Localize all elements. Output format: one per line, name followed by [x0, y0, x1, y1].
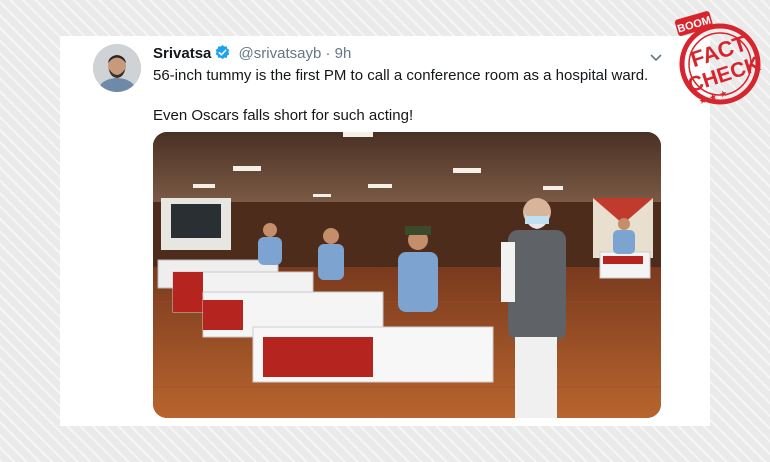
tweet-text-line: Even Oscars falls short for such acting!: [153, 107, 414, 124]
tweet-text-line: 56-inch tummy is the first PM to call a …: [153, 67, 649, 84]
fact-check-logo: BOOM FACT CHECK ★ ★ ★: [674, 11, 763, 107]
display-name[interactable]: Srivatsa: [153, 45, 211, 62]
handle[interactable]: @srivatsayb: [239, 45, 322, 62]
separator-dot: ·: [325, 45, 331, 62]
media-photo: [153, 132, 661, 418]
fact-check-stamp: BOOM FACT CHECK ★ ★ ★: [668, 4, 764, 114]
tweet-media[interactable]: [153, 132, 661, 418]
tweet-header: Srivatsa @srivatsayb · 9h: [153, 44, 351, 67]
chevron-down-icon[interactable]: [650, 50, 662, 62]
tweet-text: 56-inch tummy is the first PM to call a …: [153, 66, 663, 126]
tweet-card: Srivatsa @srivatsayb · 9h 56-inch tummy …: [60, 36, 710, 426]
avatar-image: [93, 44, 141, 92]
verified-badge-icon: [214, 44, 231, 67]
avatar[interactable]: [93, 44, 141, 92]
timestamp[interactable]: 9h: [335, 45, 352, 62]
